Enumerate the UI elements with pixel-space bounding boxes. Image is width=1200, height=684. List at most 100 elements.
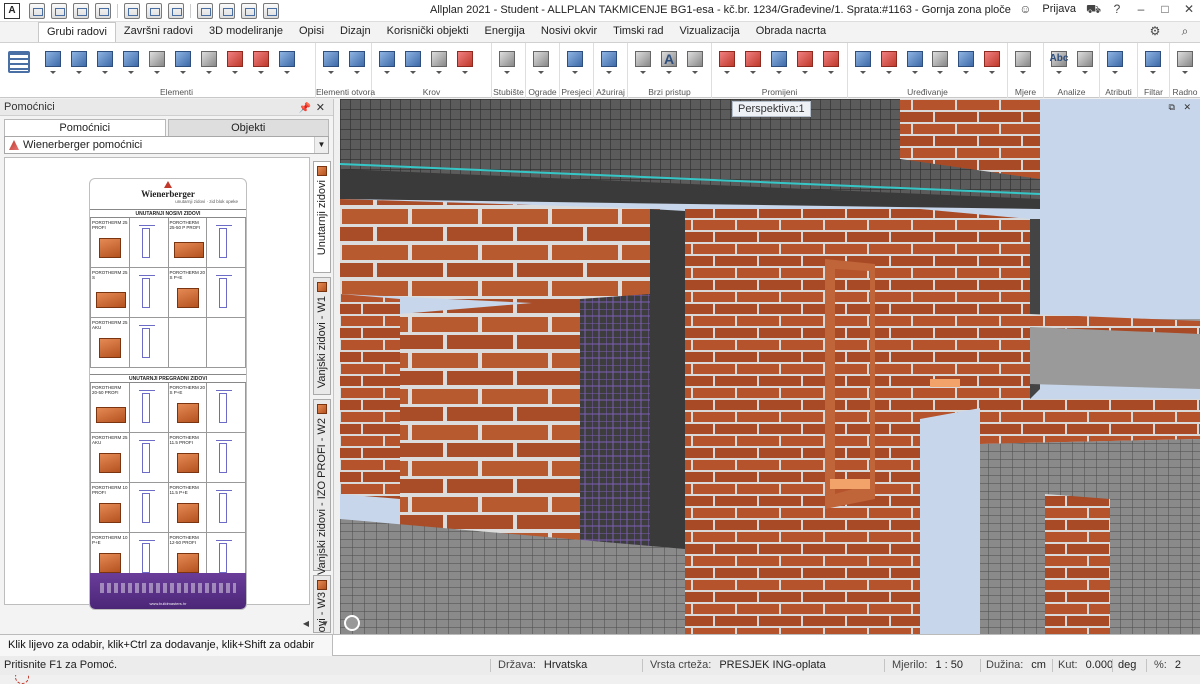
- catalog-item[interactable]: POROTHERM 11.5 PROFI: [168, 433, 208, 483]
- catalog-item[interactable]: POROTHERM 25 PROFI: [91, 218, 130, 268]
- catalog-drawing[interactable]: [207, 218, 246, 268]
- dormer-icon[interactable]: [454, 49, 476, 79]
- scroll-left-icon[interactable]: ◀: [303, 619, 309, 628]
- modify-point-icon[interactable]: [742, 49, 764, 79]
- status-angle[interactable]: Kut: 0.000: [1058, 656, 1113, 675]
- opening-tool-icon[interactable]: [250, 49, 272, 79]
- line-tool-icon[interactable]: [632, 49, 654, 79]
- catalog-item[interactable]: POROTHERM 25 AKU: [91, 318, 130, 368]
- window-tool-icon[interactable]: [346, 49, 368, 79]
- roof-tool-icon[interactable]: [376, 49, 398, 79]
- assistant-dropdown[interactable]: Wienerberger pomoćnici ▼: [4, 136, 329, 154]
- catalog-drawing[interactable]: [129, 318, 169, 368]
- tab-objekti[interactable]: Objekti: [167, 119, 329, 136]
- attributes-icon[interactable]: [1104, 49, 1126, 79]
- refresh-icon[interactable]: [197, 2, 213, 19]
- navigation-gear-icon[interactable]: [344, 615, 360, 631]
- 3d-viewport[interactable]: Perspektiva:1 ⧉ ✕: [340, 99, 1200, 634]
- help-icon[interactable]: ?: [1110, 2, 1124, 16]
- status-drawing-type[interactable]: Vrsta crteža: PRESJEK ING-oplata: [650, 656, 826, 675]
- tab-energija[interactable]: Energija: [477, 22, 533, 42]
- new-file-icon[interactable]: [29, 2, 45, 19]
- roof-plane-icon[interactable]: [402, 49, 424, 79]
- catalog-item[interactable]: POROTHERM 25 AKU: [91, 433, 130, 483]
- side-tab-vanjski-w2[interactable]: Vanjski zidovi - IZO PROFI - W2: [313, 399, 331, 575]
- modify-element-icon[interactable]: [820, 49, 842, 79]
- slab-tool-icon[interactable]: [120, 49, 142, 79]
- grid-tool-icon[interactable]: [198, 49, 220, 79]
- catalog-item[interactable]: POROTHERM 10 PROFI: [91, 483, 130, 533]
- catalog-drawing[interactable]: [129, 433, 169, 483]
- close-palette-icon[interactable]: ✕: [316, 100, 325, 116]
- catalog-item[interactable]: POROTHERM 25 S: [91, 268, 130, 318]
- close-icon[interactable]: ✕: [1182, 2, 1196, 16]
- tab-dizajn[interactable]: Dizajn: [332, 22, 379, 42]
- text-tool-icon[interactable]: A: [658, 49, 680, 79]
- tools-icon[interactable]: [263, 2, 279, 19]
- login-link[interactable]: Prijava: [1042, 3, 1076, 15]
- cart-icon[interactable]: ⛟: [1086, 2, 1101, 16]
- catalog-drawing[interactable]: [129, 218, 169, 268]
- stretch-icon[interactable]: [955, 49, 977, 79]
- delete-icon[interactable]: [981, 49, 1003, 79]
- save-icon[interactable]: [95, 2, 111, 19]
- catalog-drawing[interactable]: [207, 383, 246, 433]
- settings-gear-icon[interactable]: [219, 2, 235, 19]
- minimize-icon[interactable]: –: [1134, 2, 1148, 16]
- beam-tool-icon[interactable]: [146, 49, 168, 79]
- tab-3d-modeliranje[interactable]: 3D modeliranje: [201, 22, 291, 42]
- catalog-item[interactable]: POROTHERM 20-50 PROFI: [91, 383, 130, 433]
- status-percent[interactable]: %: 2: [1154, 656, 1181, 675]
- status-country[interactable]: Država: Hrvatska: [498, 656, 587, 675]
- undo-icon[interactable]: [146, 2, 162, 19]
- catalog-drawing[interactable]: [207, 483, 246, 533]
- dimension-tool-icon[interactable]: [684, 49, 706, 79]
- wall-tool-icon[interactable]: [42, 49, 64, 79]
- tab-zavrsni-radovi[interactable]: Završni radovi: [116, 22, 201, 42]
- allplan-logo-icon[interactable]: A: [4, 2, 20, 19]
- rotate-icon[interactable]: [904, 49, 926, 79]
- status-angle-unit[interactable]: deg: [1118, 656, 1136, 675]
- pin-icon[interactable]: 📌: [299, 101, 311, 117]
- catalog-item[interactable]: POROTHERM 25-50 P PROFI: [168, 218, 208, 268]
- tab-obrada-nacrta[interactable]: Obrada nacrta: [748, 22, 834, 42]
- tab-timski-rad[interactable]: Timski rad: [605, 22, 671, 42]
- viewport-window-controls[interactable]: ⧉ ✕: [1169, 102, 1194, 113]
- catalog-drawing[interactable]: [129, 383, 169, 433]
- railing-tool-icon[interactable]: [530, 49, 552, 79]
- update-tool-icon[interactable]: [598, 49, 620, 79]
- catalog-drawing[interactable]: [129, 483, 169, 533]
- copy-icon[interactable]: [852, 49, 874, 79]
- recess-tool-icon[interactable]: [224, 49, 246, 79]
- stair-tool-icon[interactable]: [496, 49, 518, 79]
- catalog-item[interactable]: POROTHERM 20 S P+E: [168, 268, 208, 318]
- status-scale[interactable]: Mjerilo: 1 : 50: [892, 656, 963, 675]
- status-length[interactable]: Dužina: cm: [986, 656, 1046, 675]
- modify-plane-icon[interactable]: [768, 49, 790, 79]
- open-project-icon[interactable]: [51, 2, 67, 19]
- application-menu-button[interactable]: [4, 45, 34, 85]
- downstand-tool-icon[interactable]: [172, 49, 194, 79]
- mirror-icon[interactable]: [929, 49, 951, 79]
- measure-ruler-icon[interactable]: [1012, 49, 1034, 79]
- layout-icon[interactable]: [241, 2, 257, 19]
- catalog-drawing[interactable]: [129, 268, 169, 318]
- catalog-item[interactable]: POROTHERM 20 S P+E: [168, 383, 208, 433]
- scroll-down-icon[interactable]: ▼: [321, 619, 329, 628]
- catalog-item[interactable]: POROTHERM 11.5 P+E: [168, 483, 208, 533]
- maximize-icon[interactable]: □: [1158, 2, 1172, 16]
- tab-nosivi-okvir[interactable]: Nosivi okvir: [533, 22, 605, 42]
- redo-icon[interactable]: [168, 2, 184, 19]
- report-icon[interactable]: [1074, 49, 1096, 79]
- ribbon-search-icon[interactable]: ⌕: [1178, 24, 1192, 38]
- filter-funnel-icon[interactable]: [1142, 49, 1164, 79]
- analyze-text-icon[interactable]: Abc: [1048, 49, 1070, 79]
- ribbon-settings-icon[interactable]: ⚙: [1148, 24, 1162, 38]
- comment-icon[interactable]: [124, 2, 140, 19]
- tab-pomocnici[interactable]: Pomoćnici: [4, 119, 166, 136]
- rafter-icon[interactable]: [428, 49, 450, 79]
- tab-korisnicki-objekti[interactable]: Korisnički objekti: [379, 22, 477, 42]
- chevron-down-icon[interactable]: ▼: [314, 137, 328, 153]
- open-drawing-icon[interactable]: [73, 2, 89, 19]
- tab-opisi[interactable]: Opisi: [291, 22, 332, 42]
